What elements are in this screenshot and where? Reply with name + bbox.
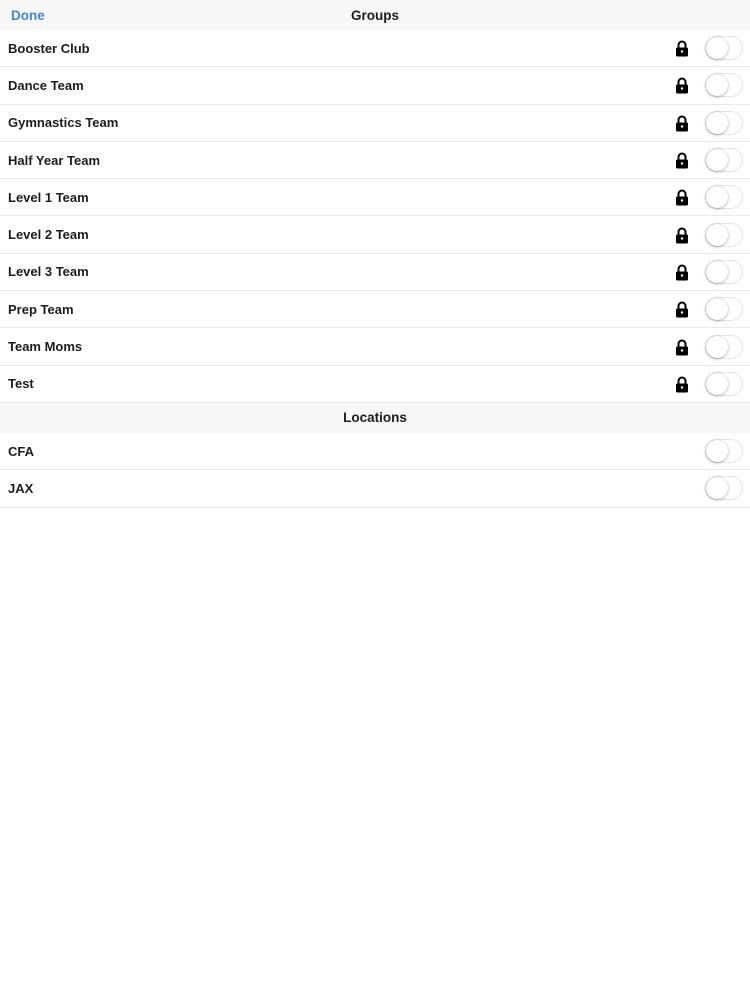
group-row-gymnastics-team: Gymnastics Team — [0, 104, 750, 142]
screen: Done Groups Booster Club Dance Team Gymn… — [0, 0, 750, 1000]
group-toggle[interactable] — [705, 334, 743, 359]
group-row-prep-team: Prep Team — [0, 291, 750, 329]
toggle-knob — [706, 74, 728, 97]
group-row-level-1-team: Level 1 Team — [0, 179, 750, 217]
group-label: Level 1 Team — [8, 189, 89, 205]
location-toggle[interactable] — [705, 439, 743, 464]
group-label: Gymnastics Team — [8, 115, 119, 131]
group-label: Level 3 Team — [8, 264, 89, 280]
group-label: Half Year Team — [8, 152, 101, 168]
group-label: Level 2 Team — [8, 227, 89, 243]
group-toggle[interactable] — [705, 185, 743, 210]
groups-header: Done Groups — [0, 0, 750, 30]
toggle-knob — [706, 223, 728, 246]
group-toggle[interactable] — [705, 148, 743, 173]
group-toggle[interactable] — [705, 371, 743, 396]
group-row-test: Test — [0, 365, 750, 403]
toggle-knob — [706, 186, 728, 209]
toggle-knob — [706, 298, 728, 321]
group-label: Team Moms — [8, 339, 83, 355]
lock-icon — [676, 77, 688, 94]
group-label: Booster Club — [8, 40, 90, 56]
group-label: Prep Team — [8, 301, 74, 317]
location-row-jax: JAX — [0, 470, 750, 508]
toggle-knob — [706, 477, 728, 500]
group-row-booster-club: Booster Club — [0, 30, 750, 68]
lock-icon — [676, 227, 688, 244]
toggle-knob — [706, 335, 728, 358]
group-row-half-year-team: Half Year Team — [0, 141, 750, 180]
group-toggle[interactable] — [705, 73, 743, 98]
group-toggle[interactable] — [705, 36, 743, 61]
groups-title: Groups — [350, 7, 399, 23]
group-toggle[interactable] — [705, 297, 743, 322]
lock-icon — [676, 115, 688, 132]
group-row-level-3-team: Level 3 Team — [0, 253, 750, 292]
locations-list: CFA JAX — [0, 432, 750, 508]
group-toggle[interactable] — [705, 259, 743, 284]
lock-icon — [676, 40, 688, 57]
group-toggle[interactable] — [705, 110, 743, 135]
lock-icon — [676, 189, 688, 206]
locations-title: Locations — [343, 410, 407, 426]
location-label: JAX — [8, 480, 34, 496]
group-row-level-2-team: Level 2 Team — [0, 216, 750, 254]
location-label: CFA — [8, 443, 34, 459]
toggle-knob — [706, 111, 728, 134]
group-label: Test — [8, 376, 34, 392]
location-toggle[interactable] — [705, 476, 743, 501]
lock-icon — [676, 152, 688, 169]
toggle-knob — [706, 440, 728, 463]
lock-icon — [676, 301, 688, 318]
group-row-team-moms: Team Moms — [0, 328, 750, 366]
lock-icon — [676, 264, 688, 281]
lock-icon — [676, 376, 688, 393]
lock-icon — [676, 339, 688, 356]
toggle-knob — [706, 149, 728, 172]
location-row-cfa: CFA — [0, 432, 750, 471]
toggle-knob — [706, 372, 728, 395]
locations-header: Locations — [0, 402, 750, 433]
group-toggle[interactable] — [705, 222, 743, 247]
toggle-knob — [706, 37, 728, 60]
toggle-knob — [706, 260, 728, 283]
done-button[interactable]: Done — [11, 0, 45, 30]
groups-list: Booster Club Dance Team Gymnastics Team … — [0, 30, 750, 403]
group-label: Dance Team — [8, 77, 84, 93]
group-row-dance-team: Dance Team — [0, 67, 750, 105]
